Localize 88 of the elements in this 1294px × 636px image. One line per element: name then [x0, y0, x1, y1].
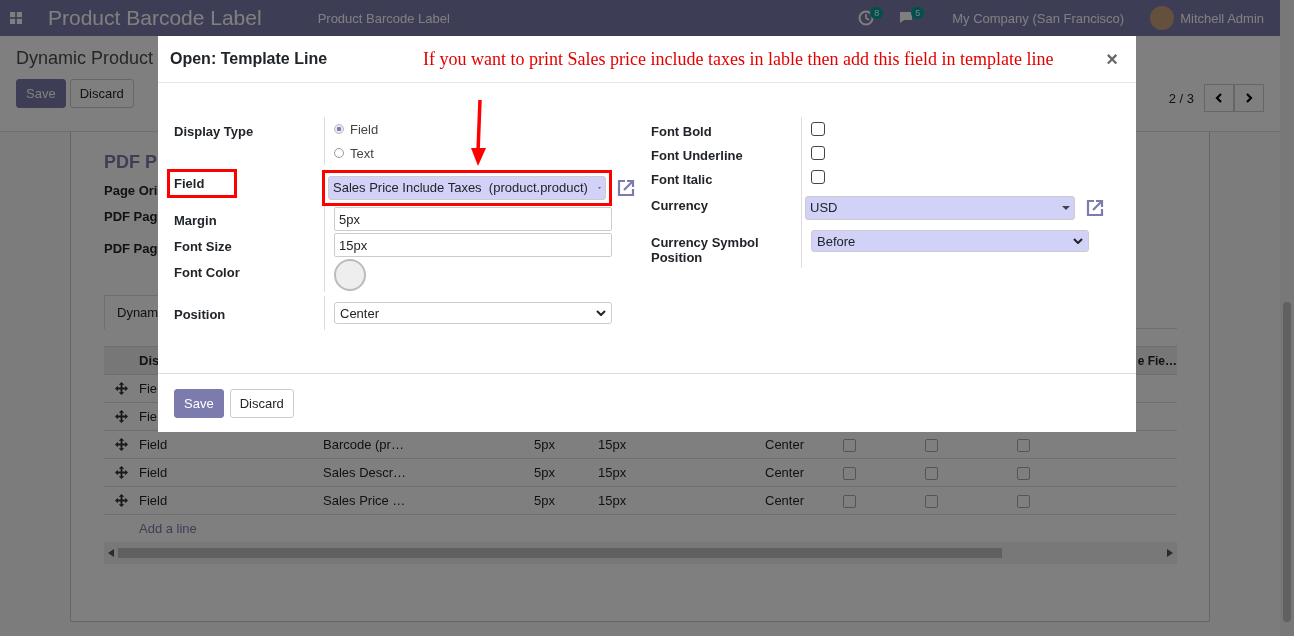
- pager-value: 2 / 3: [1168, 90, 1194, 106]
- external-link-icon[interactable]: [1085, 197, 1105, 218]
- close-button[interactable]: ×: [1100, 47, 1124, 71]
- breadcrumb[interactable]: Dynamic Product: [16, 48, 154, 69]
- table-cell-text: 5px: [534, 493, 556, 508]
- field-label: Font Underline: [651, 147, 744, 165]
- table-cell-text: Center: [765, 465, 806, 480]
- discard-button[interactable]: Discard: [69, 79, 134, 108]
- column-header[interactable]: e Fie…: [1137, 353, 1177, 368]
- table-cell-text: 5px: [534, 465, 556, 480]
- sheet-title: PDF P: [104, 152, 157, 173]
- field-label: Font Color: [174, 264, 241, 282]
- chevron-down-icon: [1073, 238, 1083, 244]
- chevron-left-icon: [1215, 93, 1222, 103]
- radio-label[interactable]: Field: [350, 121, 379, 137]
- field-label: PDF Pag: [104, 208, 158, 226]
- field-label: PDF Pag: [104, 240, 158, 258]
- select-field[interactable]: Center: [334, 302, 612, 324]
- color-picker[interactable]: [334, 259, 366, 291]
- field-label: Currency Symbol Position: [651, 234, 760, 267]
- field-label: Currency: [651, 197, 710, 215]
- select-field[interactable]: Before: [811, 230, 1089, 252]
- field-label: Page Ori: [104, 182, 158, 200]
- previous-button[interactable]: [1204, 84, 1234, 112]
- horizontal-scrollbar[interactable]: [104, 542, 1177, 564]
- app-title: Product Barcode Label: [48, 6, 262, 30]
- scroll-left-icon[interactable]: [108, 549, 114, 557]
- checkbox[interactable]: [1017, 467, 1030, 481]
- field-label: Position: [174, 306, 227, 324]
- checkbox[interactable]: [843, 495, 856, 509]
- checkbox[interactable]: [925, 467, 938, 481]
- apps-menu-icon[interactable]: [10, 12, 22, 24]
- table-cell-text: Center: [765, 437, 806, 452]
- drag-handle-icon[interactable]: [115, 382, 128, 395]
- table-cell-text: Field: [139, 465, 169, 480]
- text-input[interactable]: 5px: [334, 207, 612, 231]
- next-button[interactable]: [1234, 84, 1264, 112]
- annotation-arrow: [468, 100, 488, 168]
- checkbox[interactable]: [811, 170, 825, 184]
- save-button[interactable]: Save: [174, 388, 224, 418]
- table-cell-text: 5px: [534, 437, 556, 452]
- many2one-field[interactable]: USD: [805, 195, 1075, 220]
- table-cell-text: Barcode (pr…: [323, 437, 405, 452]
- table-cell-text: Field: [139, 493, 169, 508]
- page-scrollbar[interactable]: [1280, 0, 1294, 636]
- user-avatar[interactable]: [1150, 6, 1175, 30]
- checkbox[interactable]: [843, 439, 856, 453]
- table-cell-text: 15px: [598, 465, 628, 480]
- caret-icon: [1062, 205, 1070, 210]
- checkbox[interactable]: [811, 146, 825, 160]
- message-count-badge: 5: [911, 7, 925, 19]
- table-cell-text: Field: [139, 437, 169, 452]
- field-label: Font Bold: [651, 123, 713, 141]
- drag-handle-icon[interactable]: [115, 466, 128, 479]
- checkbox[interactable]: [1017, 495, 1030, 509]
- table-cell-text: Fie: [139, 381, 159, 396]
- table-cell-text: Fie: [139, 409, 159, 424]
- table-cell-text: 15px: [598, 437, 628, 452]
- radio-label[interactable]: Text: [350, 145, 374, 161]
- table-cell-text: Center: [765, 493, 806, 508]
- drag-handle-icon[interactable]: [115, 438, 128, 451]
- activity-clock-icon[interactable]: [858, 10, 875, 26]
- table-cell-text: Sales Price …: [323, 493, 407, 508]
- drag-handle-icon[interactable]: [115, 494, 128, 507]
- many2one-field[interactable]: Sales Price Include Taxes (product.product): [328, 175, 606, 200]
- discard-button[interactable]: Discard: [229, 388, 294, 418]
- checkbox[interactable]: [843, 467, 856, 481]
- checkbox[interactable]: [925, 495, 938, 509]
- field-label: Display Type: [174, 123, 255, 141]
- scroll-right-icon[interactable]: [1167, 549, 1173, 557]
- annotation-note: If you want to print Sales price include taxes in lable then add this field in template line: [423, 48, 1054, 70]
- radio-button[interactable]: [334, 124, 344, 134]
- external-link-icon[interactable]: [616, 177, 636, 198]
- checkbox[interactable]: [811, 122, 825, 136]
- activity-count-badge: 8: [870, 7, 884, 19]
- table-cell-text: 15px: [598, 493, 628, 508]
- chevron-right-icon: [1246, 93, 1253, 103]
- field-label: Font Size: [174, 238, 233, 256]
- field-label: Font Italic: [651, 171, 714, 189]
- dialog-title: Open: Template Line: [170, 50, 328, 68]
- text-input[interactable]: 15px: [334, 233, 612, 257]
- checkbox[interactable]: [925, 439, 938, 453]
- checkbox[interactable]: [1017, 439, 1030, 453]
- field-label: Margin: [174, 212, 218, 230]
- field-label: Field: [167, 169, 238, 198]
- drag-handle-icon[interactable]: [115, 410, 128, 423]
- table-cell-text: Sales Descr…: [323, 465, 408, 480]
- chevron-down-icon: [596, 310, 606, 316]
